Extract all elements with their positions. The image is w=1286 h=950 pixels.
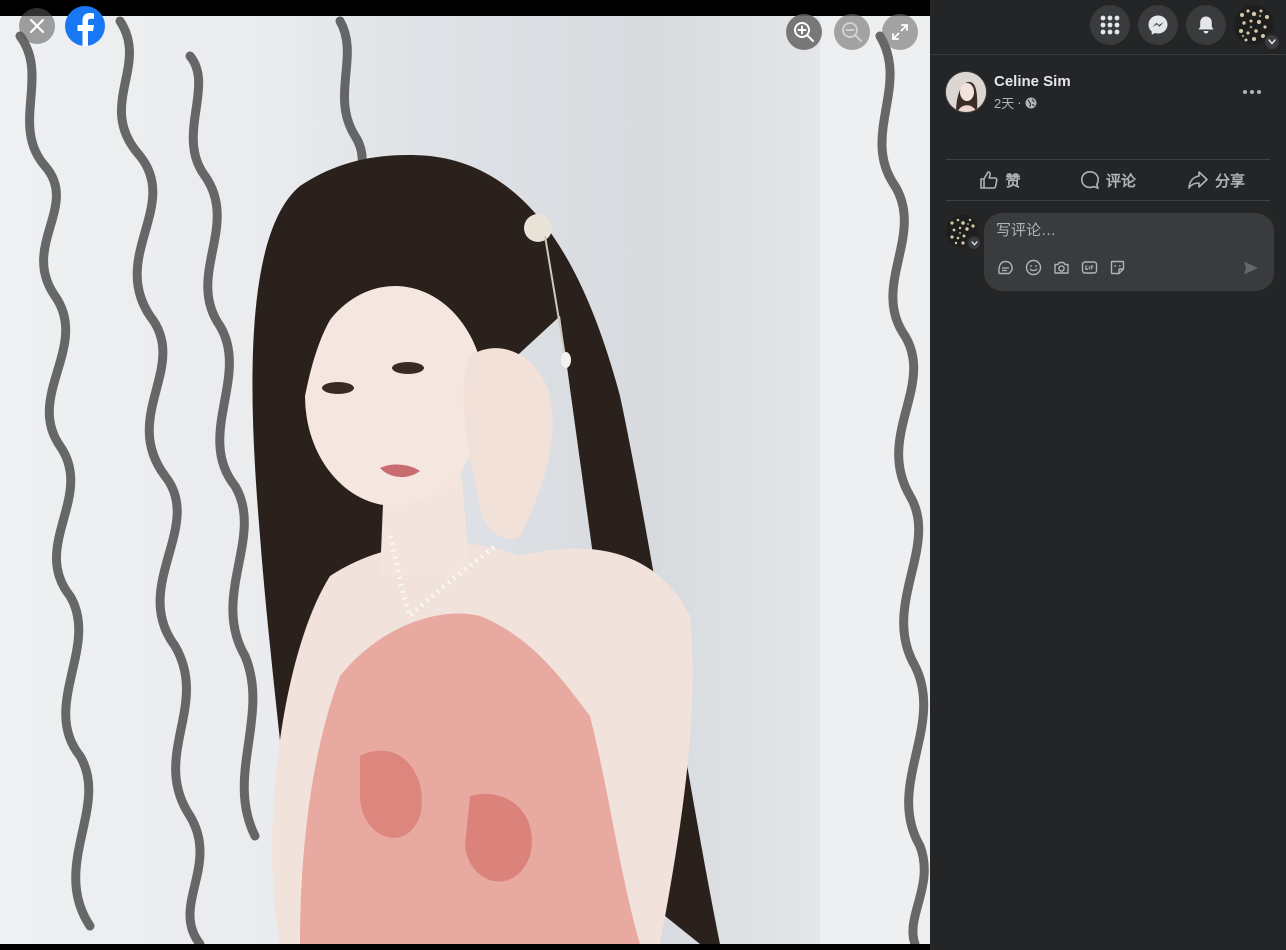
share-arrow-icon <box>1188 171 1208 189</box>
gif-button[interactable] <box>1080 258 1098 276</box>
avatar-sticker-button[interactable] <box>996 258 1014 276</box>
messenger-icon <box>1148 15 1168 35</box>
facebook-f-icon <box>77 13 94 46</box>
more-options-button[interactable] <box>1238 78 1266 106</box>
zoom-in-button[interactable] <box>786 14 822 50</box>
comment-toolbar <box>996 258 1126 276</box>
comment-input[interactable] <box>996 222 1256 239</box>
comment-bubble-icon <box>1080 170 1099 190</box>
chevron-down-icon <box>1268 39 1276 45</box>
post-meta: 2天 · <box>994 93 1037 112</box>
globe-icon[interactable] <box>1025 97 1037 109</box>
share-button[interactable]: 分享 <box>1162 160 1270 200</box>
sticker-icon <box>1110 260 1124 274</box>
gif-icon <box>1081 260 1097 274</box>
menu-button[interactable] <box>1090 5 1130 45</box>
photo-viewer <box>0 0 930 950</box>
comment-button[interactable]: 评论 <box>1054 160 1162 200</box>
notifications-bell-icon <box>1198 16 1214 34</box>
comment-box <box>984 213 1274 291</box>
menu-grid-icon <box>1100 15 1120 35</box>
share-label: 分享 <box>1214 172 1245 190</box>
send-icon <box>1244 261 1258 275</box>
post-time[interactable]: 2天 <box>994 93 1014 112</box>
zoom-in-icon <box>794 22 814 42</box>
close-button[interactable] <box>19 8 55 44</box>
photo-illustration <box>15 16 930 944</box>
messenger-button[interactable] <box>1138 5 1178 45</box>
like-button[interactable]: 赞 <box>946 160 1054 200</box>
fullscreen-icon <box>892 24 908 40</box>
zoom-out-button[interactable] <box>834 14 870 50</box>
post-photo[interactable] <box>0 16 930 944</box>
facebook-logo[interactable] <box>65 6 105 46</box>
more-horizontal-icon <box>1243 90 1261 94</box>
comment-label: 评论 <box>1105 172 1136 190</box>
meta-separator: · <box>1017 95 1022 110</box>
zoom-out-icon <box>842 22 862 42</box>
send-comment-button[interactable] <box>1242 259 1260 277</box>
camera-icon <box>1053 261 1069 274</box>
author-avatar[interactable] <box>946 72 986 112</box>
post-actions: 赞 评论 分享 <box>946 159 1270 201</box>
post-side-panel: Celine Sim 2天 · 赞 评论 分享 写评论… <box>930 0 1286 950</box>
current-user-menu-chevron[interactable] <box>966 235 982 251</box>
top-navigation <box>930 0 1286 55</box>
thumbs-up-icon <box>980 171 999 189</box>
author-avatar-image <box>946 72 986 112</box>
emoji-icon <box>1025 259 1041 275</box>
emoji-button[interactable] <box>1024 258 1042 276</box>
like-label: 赞 <box>1005 172 1021 190</box>
chevron-down-icon <box>970 240 978 246</box>
close-icon <box>29 18 45 34</box>
post-header: Celine Sim 2天 · <box>946 72 1270 112</box>
author-name[interactable]: Celine Sim <box>994 73 1071 90</box>
notifications-button[interactable] <box>1186 5 1226 45</box>
sticker-button[interactable] <box>1108 258 1126 276</box>
account-menu-chevron[interactable] <box>1263 33 1281 51</box>
camera-button[interactable] <box>1052 258 1070 276</box>
avatar-sticker-icon <box>997 260 1013 274</box>
fullscreen-button[interactable] <box>882 14 918 50</box>
